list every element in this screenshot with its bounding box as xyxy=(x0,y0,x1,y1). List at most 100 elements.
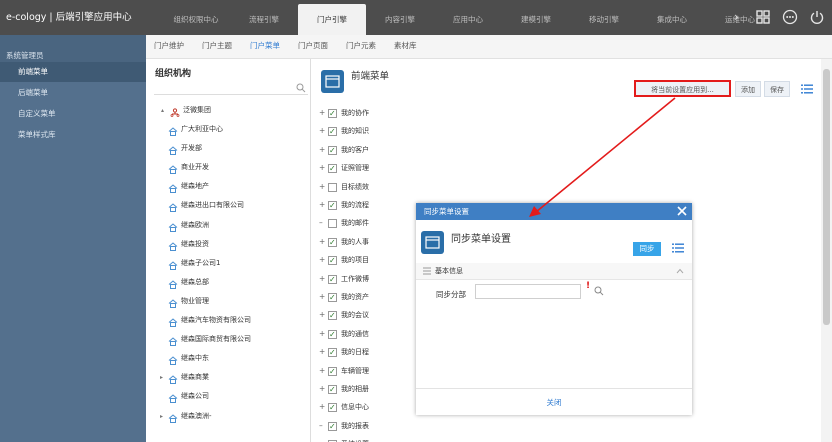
menu-item-checkbox[interactable] xyxy=(328,197,337,215)
collapse-icon[interactable]: ▴ xyxy=(161,101,164,120)
sub-tab-0[interactable]: 门户维护 xyxy=(154,35,184,59)
chevron-up-icon[interactable] xyxy=(676,267,684,275)
menu-item-checkbox[interactable] xyxy=(328,344,337,362)
expand-toggle[interactable]: + xyxy=(319,159,325,177)
sub-tab-4[interactable]: 门户元素 xyxy=(346,35,376,59)
org-tree-item[interactable]: 商业开发 xyxy=(146,158,311,177)
menu-item-checkbox[interactable] xyxy=(328,271,337,289)
expand-toggle[interactable]: + xyxy=(319,288,325,306)
expand-toggle[interactable]: – xyxy=(319,435,323,442)
expand-toggle[interactable]: + xyxy=(319,141,325,159)
org-tree-item[interactable]: 继森国际商贸有限公司 xyxy=(146,330,311,349)
menu-item-checkbox[interactable] xyxy=(328,219,337,229)
save-button[interactable]: 保存 xyxy=(764,81,790,97)
close-icon[interactable] xyxy=(676,205,688,217)
nav-more-arrow[interactable]: › xyxy=(734,10,739,24)
scrollbar[interactable] xyxy=(821,59,832,442)
sub-tab-2[interactable]: 门户菜单 xyxy=(250,35,280,59)
expand-toggle[interactable]: + xyxy=(319,398,325,416)
scrollbar-thumb[interactable] xyxy=(823,69,830,325)
expand-icon[interactable]: ▸ xyxy=(160,368,163,387)
expand-toggle[interactable]: + xyxy=(319,362,325,380)
org-tree-item[interactable]: 继森公司 xyxy=(146,387,311,406)
org-tree-item[interactable]: 继森汽车物资有限公司 xyxy=(146,311,311,330)
menu-item-checkbox[interactable] xyxy=(328,418,337,436)
org-tree-item[interactable]: 继森总部 xyxy=(146,273,311,292)
sub-tab-1[interactable]: 门户主题 xyxy=(202,35,232,59)
menu-item-checkbox[interactable] xyxy=(328,363,337,381)
expand-toggle[interactable]: – xyxy=(319,417,323,435)
menu-tree-item[interactable]: – 系统设置 xyxy=(311,435,461,442)
org-tree-item[interactable]: 物业管理 xyxy=(146,292,311,311)
expand-toggle[interactable]: + xyxy=(319,122,325,140)
top-tab-0[interactable]: 组织权限中心 xyxy=(162,0,230,35)
add-button[interactable]: 添加 xyxy=(735,81,761,97)
expand-toggle[interactable]: + xyxy=(319,343,325,361)
sub-tab-5[interactable]: 素材库 xyxy=(394,35,417,59)
org-root[interactable]: ▴ 泛微集团 xyxy=(146,101,311,120)
expand-icon[interactable]: ▸ xyxy=(160,407,163,426)
org-tree-item[interactable]: 继森进出口有限公司 xyxy=(146,196,311,215)
menu-item-checkbox[interactable] xyxy=(328,399,337,417)
org-tree-item[interactable]: 广大利亚中心 xyxy=(146,120,311,139)
more-icon[interactable] xyxy=(782,9,798,25)
top-tab-4[interactable]: 应用中心 xyxy=(434,0,502,35)
org-search-field[interactable] xyxy=(154,81,308,95)
top-tab-3[interactable]: 内容引擎 xyxy=(366,0,434,35)
search-icon[interactable] xyxy=(594,286,604,296)
sidebar-item-1[interactable]: 后端菜单 xyxy=(0,83,146,103)
org-tree-item[interactable]: 继森地产 xyxy=(146,177,311,196)
menu-item-checkbox[interactable] xyxy=(328,142,337,160)
org-tree-item[interactable]: ▸ 继森澳洲- xyxy=(146,407,311,426)
list-icon[interactable] xyxy=(672,243,684,253)
top-tab-7[interactable]: 集成中心 xyxy=(638,0,706,35)
expand-toggle[interactable]: + xyxy=(319,233,325,251)
top-tab-2[interactable]: 门户引擎 xyxy=(298,4,366,37)
org-tree-item[interactable]: 继森欧洲 xyxy=(146,216,311,235)
menu-item-checkbox[interactable] xyxy=(328,289,337,307)
expand-toggle[interactable]: + xyxy=(319,270,325,288)
menu-tree-item[interactable]: + 证照管理 xyxy=(311,159,461,178)
expand-toggle[interactable]: – xyxy=(319,214,323,232)
expand-toggle[interactable]: + xyxy=(319,325,325,343)
menu-item-checkbox[interactable] xyxy=(328,123,337,141)
menu-item-checkbox[interactable] xyxy=(328,234,337,252)
sidebar-item-3[interactable]: 菜单样式库 xyxy=(0,125,146,145)
list-icon[interactable] xyxy=(801,84,813,94)
power-icon[interactable] xyxy=(809,9,825,25)
expand-toggle[interactable]: + xyxy=(319,251,325,269)
close-button[interactable]: 关闭 xyxy=(547,398,562,407)
menu-tree-item[interactable]: + 我的协作 xyxy=(311,104,461,123)
org-tree-item[interactable]: 继森中东 xyxy=(146,349,311,368)
search-icon[interactable] xyxy=(296,83,306,93)
menu-tree-item[interactable]: + 我的知识 xyxy=(311,122,461,141)
sync-button[interactable]: 同步 xyxy=(633,242,661,256)
org-tree-item[interactable]: 继森子公司1 xyxy=(146,254,311,273)
top-tab-1[interactable]: 流程引擎 xyxy=(230,0,298,35)
menu-item-checkbox[interactable] xyxy=(328,160,337,178)
menu-tree-item[interactable]: – 我的报表 xyxy=(311,417,461,436)
menu-item-checkbox[interactable] xyxy=(328,381,337,399)
menu-item-checkbox[interactable] xyxy=(328,105,337,123)
top-tab-6[interactable]: 移动引擎 xyxy=(570,0,638,35)
sidebar-item-2[interactable]: 自定义菜单 xyxy=(0,104,146,124)
expand-toggle[interactable]: + xyxy=(319,104,325,122)
expand-toggle[interactable]: + xyxy=(319,306,325,324)
apply-settings-button[interactable]: 将当前设置应用到... xyxy=(634,80,731,97)
basic-info-section[interactable]: 基本信息 xyxy=(416,263,692,280)
expand-toggle[interactable]: + xyxy=(319,196,325,214)
expand-toggle[interactable]: + xyxy=(319,380,325,398)
top-tab-5[interactable]: 建模引擎 xyxy=(502,0,570,35)
menu-item-checkbox[interactable] xyxy=(328,326,337,344)
menu-item-checkbox[interactable] xyxy=(328,252,337,270)
menu-tree-item[interactable]: + 目标绩效 xyxy=(311,178,461,196)
org-tree-item[interactable]: ▸ 继森商業 xyxy=(146,368,311,387)
sub-tab-3[interactable]: 门户页面 xyxy=(298,35,328,59)
menu-item-checkbox[interactable] xyxy=(328,182,337,192)
grid-icon[interactable] xyxy=(755,9,771,25)
org-tree-item[interactable]: 继森投资 xyxy=(146,235,311,254)
menu-tree-item[interactable]: + 我的客户 xyxy=(311,141,461,160)
sidebar-item-0[interactable]: 前端菜单 xyxy=(0,62,146,82)
org-tree-item[interactable]: 开发部 xyxy=(146,139,311,158)
sync-branch-input[interactable] xyxy=(475,284,581,299)
